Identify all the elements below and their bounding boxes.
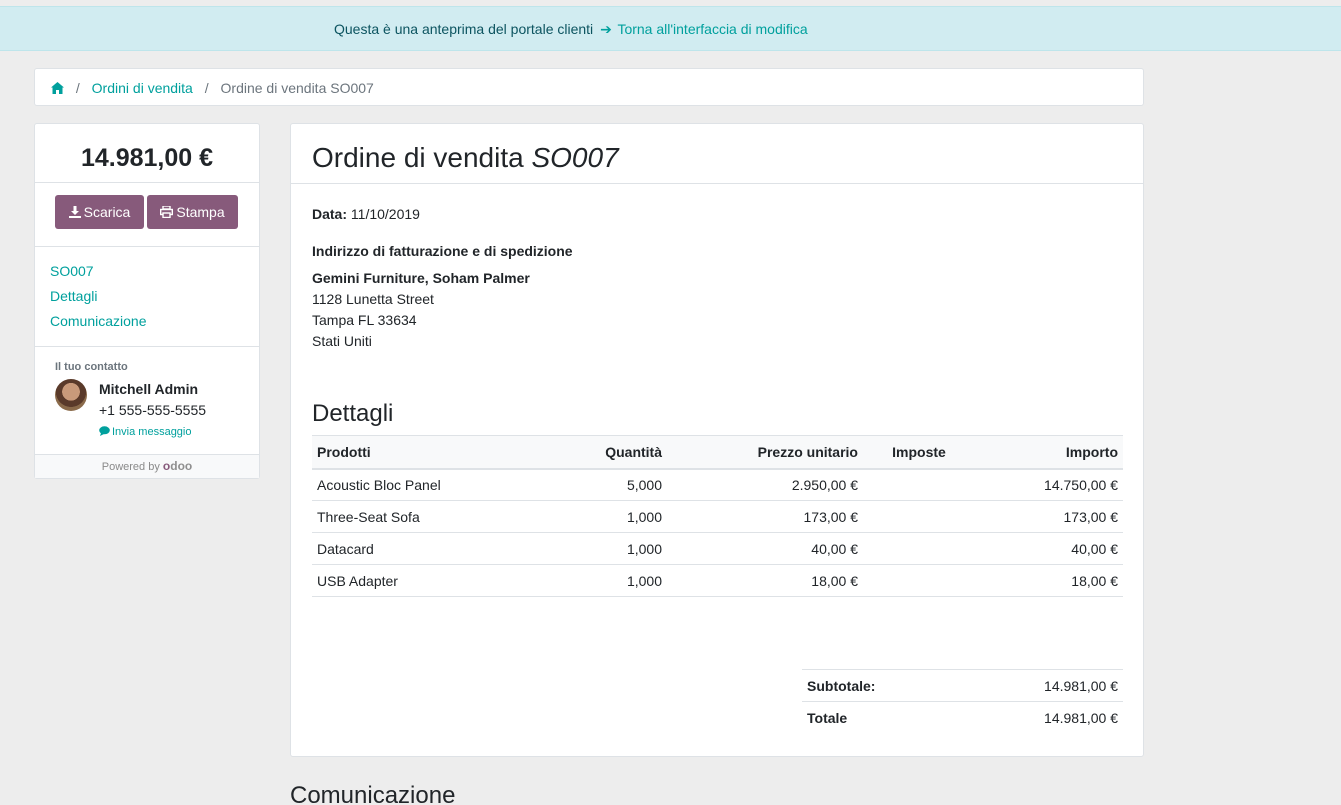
total-value: 14.981,00 € xyxy=(957,701,1123,734)
cell-product: Three-Seat Sofa xyxy=(312,500,557,533)
back-to-edit-link[interactable]: Torna all'interfaccia di modifica xyxy=(617,21,807,37)
order-sidebar: 14.981,00 € Scarica Stampa SO007 Dettagl… xyxy=(34,123,260,479)
cell-amount: 14.750,00 € xyxy=(975,468,1123,501)
contact-name: Mitchell Admin xyxy=(99,381,199,397)
date-label: Data: xyxy=(312,206,348,222)
page-title: Ordine di vendita SO007 xyxy=(312,142,1143,174)
col-product: Prodotti xyxy=(312,435,557,470)
nav-item-communication[interactable]: Comunicazione xyxy=(35,311,259,336)
download-button[interactable]: Scarica xyxy=(55,195,144,229)
order-lines-table: Prodotti Quantità Prezzo unitario Impost… xyxy=(312,435,1123,597)
cell-taxes xyxy=(863,564,975,597)
address-street: 1128 Lunetta Street xyxy=(312,291,434,307)
print-button[interactable]: Stampa xyxy=(147,195,238,229)
cell-product: USB Adapter xyxy=(312,564,557,597)
date-value: 11/10/2019 xyxy=(350,206,420,222)
cell-quantity: 1,000 xyxy=(557,500,667,533)
sidebar-nav: SO007 Dettagli Comunicazione xyxy=(35,247,259,347)
cell-taxes xyxy=(863,468,975,501)
title-ref: SO007 xyxy=(531,142,619,173)
comment-icon xyxy=(99,426,110,436)
totals-table: Subtotale: 14.981,00 € Totale 14.981,00 … xyxy=(802,669,1123,734)
table-row: Acoustic Bloc Panel 5,000 2.950,00 € 14.… xyxy=(312,468,1123,501)
cell-product: Datacard xyxy=(312,532,557,565)
cell-amount: 18,00 € xyxy=(975,564,1123,597)
nav-item-order-ref[interactable]: SO007 xyxy=(35,261,259,286)
cell-taxes xyxy=(863,532,975,565)
print-icon xyxy=(160,205,174,219)
download-label: Scarica xyxy=(83,204,131,220)
breadcrumb-current: Ordine di vendita SO007 xyxy=(220,80,374,96)
address-city: Tampa FL 33634 xyxy=(312,312,417,328)
cell-quantity: 1,000 xyxy=(557,564,667,597)
order-card: Ordine di vendita SO007 Data: 11/10/2019… xyxy=(290,123,1144,757)
breadcrumb: / Ordini di vendita / Ordine di vendita … xyxy=(34,68,1144,106)
cell-unit-price: 173,00 € xyxy=(667,500,863,533)
contact-section: Il tuo contatto Mitchell Admin +1 555-55… xyxy=(35,347,259,454)
communication-title: Comunicazione xyxy=(290,782,456,805)
col-quantity: Quantità xyxy=(557,435,667,470)
home-link[interactable] xyxy=(51,80,68,96)
subtotal-value: 14.981,00 € xyxy=(957,669,1123,702)
contact-phone: +1 555-555-5555 xyxy=(99,402,207,418)
address-title: Indirizzo di fatturazione e di spedizion… xyxy=(312,243,573,259)
cell-unit-price: 40,00 € xyxy=(667,532,863,565)
breadcrumb-separator: / xyxy=(75,80,80,96)
preview-banner: Questa è una anteprima del portale clien… xyxy=(0,6,1341,51)
download-icon xyxy=(68,206,81,218)
arrow-right-icon: ➔ xyxy=(600,21,612,37)
title-prefix: Ordine di vendita xyxy=(312,142,524,173)
details-title: Dettagli xyxy=(312,400,394,427)
print-label: Stampa xyxy=(176,204,225,220)
col-taxes: Imposte xyxy=(863,435,975,470)
col-amount: Importo xyxy=(975,435,1123,470)
order-date: Data: 11/10/2019 xyxy=(312,206,420,222)
total-label: Totale xyxy=(802,701,958,734)
send-message-link[interactable]: Invia messaggio xyxy=(99,426,192,438)
cell-unit-price: 18,00 € xyxy=(667,564,863,597)
address-block: Gemini Furniture, Soham Palmer 1128 Lune… xyxy=(312,268,530,352)
col-unit-price: Prezzo unitario xyxy=(667,435,863,470)
send-message-label: Invia messaggio xyxy=(112,426,192,438)
cell-taxes xyxy=(863,500,975,533)
total-row: Totale 14.981,00 € xyxy=(802,701,1123,734)
total-amount: 14.981,00 € xyxy=(35,124,259,183)
subtotal-row: Subtotale: 14.981,00 € xyxy=(802,669,1123,702)
cell-quantity: 5,000 xyxy=(557,468,667,501)
table-row: Three-Seat Sofa 1,000 173,00 € 173,00 € xyxy=(312,500,1123,533)
cell-amount: 40,00 € xyxy=(975,532,1123,565)
banner-text: Questa è una anteprima del portale clien… xyxy=(334,21,594,37)
address-country: Stati Uniti xyxy=(312,333,372,349)
cell-amount: 173,00 € xyxy=(975,500,1123,533)
sidebar-actions: Scarica Stampa xyxy=(35,183,259,247)
powered-by-text: Powered by xyxy=(101,461,160,473)
table-header-row: Prodotti Quantità Prezzo unitario Impost… xyxy=(312,435,1123,470)
cell-unit-price: 2.950,00 € xyxy=(667,468,863,501)
breadcrumb-separator: / xyxy=(204,80,209,96)
cell-quantity: 1,000 xyxy=(557,532,667,565)
table-row: USB Adapter 1,000 18,00 € 18,00 € xyxy=(312,564,1123,597)
address-name: Gemini Furniture, Soham Palmer xyxy=(312,270,530,286)
nav-item-details[interactable]: Dettagli xyxy=(35,286,259,311)
odoo-logo: odoo xyxy=(162,459,193,473)
breadcrumb-sales-orders[interactable]: Ordini di vendita xyxy=(92,80,193,96)
order-header: Ordine di vendita SO007 xyxy=(291,124,1143,184)
avatar xyxy=(55,379,87,411)
home-icon xyxy=(51,82,64,94)
table-row: Datacard 1,000 40,00 € 40,00 € xyxy=(312,532,1123,565)
powered-by: Powered by odoo xyxy=(35,454,259,478)
subtotal-label: Subtotale: xyxy=(802,669,958,702)
cell-product: Acoustic Bloc Panel xyxy=(312,468,557,501)
contact-label: Il tuo contatto xyxy=(55,361,128,373)
